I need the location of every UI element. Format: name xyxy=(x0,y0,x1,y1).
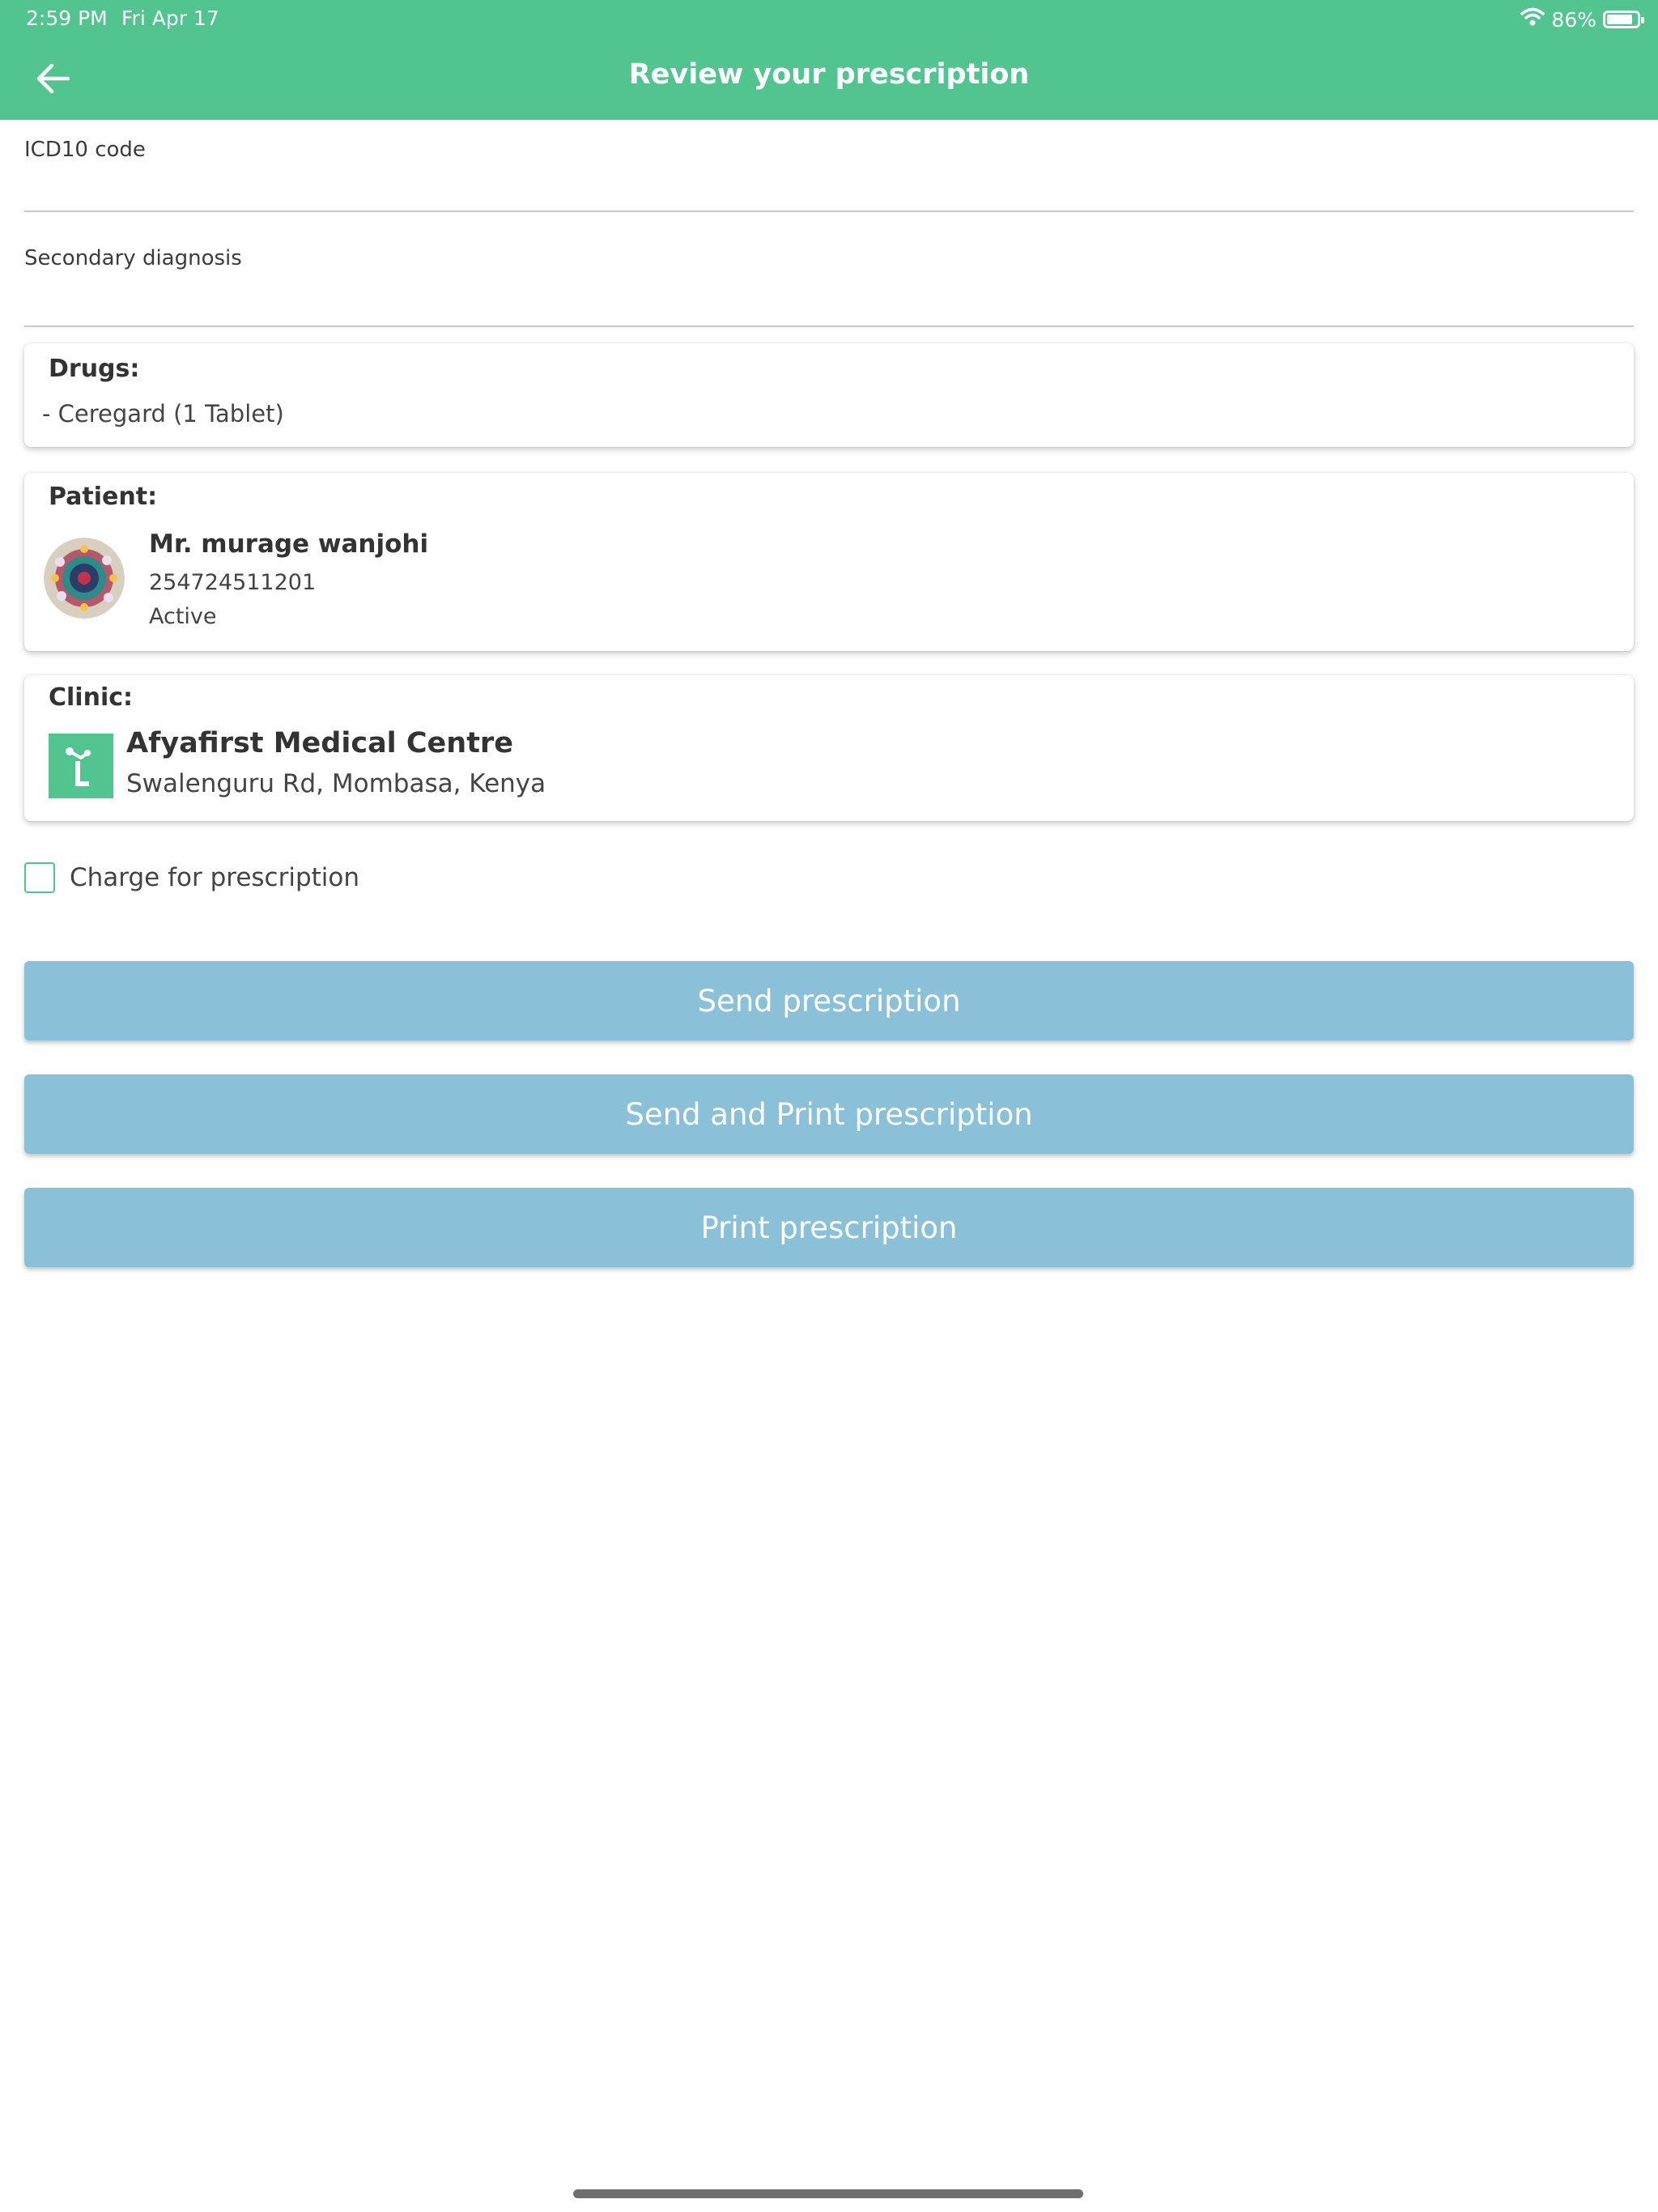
drugs-heading: Drugs: xyxy=(49,355,140,383)
status-indicators: 86% xyxy=(1520,5,1644,34)
page-title: Review your prescription xyxy=(628,58,1030,91)
clinic-name: Afyafirst Medical Centre xyxy=(126,727,513,759)
status-time: 2:59 PM xyxy=(26,6,108,30)
send-prescription-button[interactable]: Send prescription xyxy=(24,961,1634,1040)
patient-status: Active xyxy=(149,604,217,629)
wifi-icon xyxy=(1520,7,1545,32)
secondary-diagnosis-input[interactable] xyxy=(24,264,1637,327)
patient-phone: 254724511201 xyxy=(149,570,317,595)
charge-checkbox[interactable] xyxy=(24,862,55,893)
print-prescription-button[interactable]: Print prescription xyxy=(24,1188,1634,1267)
send-and-print-button[interactable]: Send and Print prescription xyxy=(24,1074,1634,1154)
icd10-underline xyxy=(24,211,1634,212)
battery-fill xyxy=(1607,15,1632,24)
battery-percent: 86% xyxy=(1551,7,1596,32)
home-indicator[interactable] xyxy=(573,2189,1083,2198)
secondary-diagnosis-underline xyxy=(24,325,1634,327)
patient-name: Mr. murage wanjohi xyxy=(149,530,429,559)
avatar xyxy=(44,538,125,619)
battery-icon xyxy=(1603,11,1644,28)
charge-checkbox-label[interactable]: Charge for prescription xyxy=(70,863,359,892)
patient-heading: Patient: xyxy=(49,483,158,511)
clinic-card: Clinic: Afyafirst Medical Centre Swaleng… xyxy=(24,675,1634,821)
clinic-address: Swalenguru Rd, Mombasa, Kenya xyxy=(126,769,546,798)
drug-item: - Ceregard (1 Tablet) xyxy=(42,400,284,428)
patient-card: Patient: Mr. murage wanjohi 254724511201… xyxy=(24,473,1634,651)
icd10-input[interactable] xyxy=(24,151,1637,214)
drugs-card: Drugs: - Ceregard (1 Tablet) xyxy=(24,343,1634,447)
clinic-heading: Clinic: xyxy=(49,683,134,712)
clinic-logo xyxy=(49,734,113,798)
status-date: Fri Apr 17 xyxy=(121,6,219,30)
